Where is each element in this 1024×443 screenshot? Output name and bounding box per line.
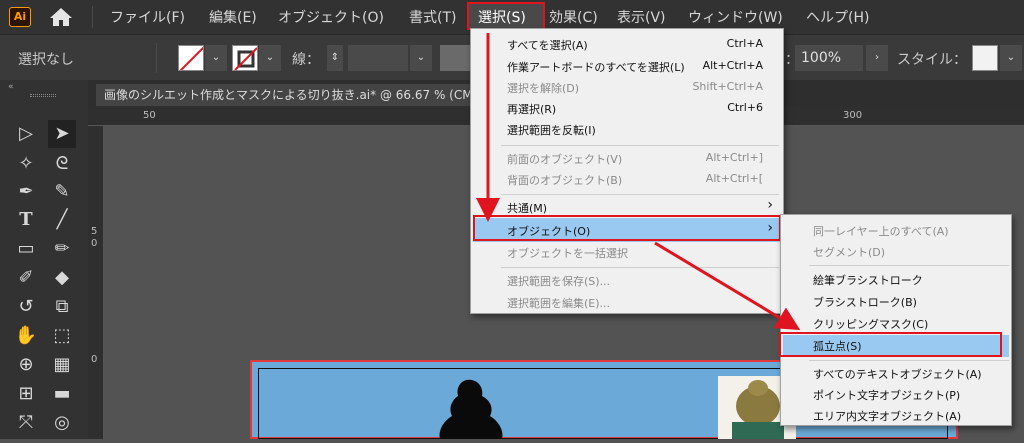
tools-panel: « ▷ ➤ ✧ ᘓ ✒ ✎ T ╱ ▭ ✏ ✐ ◆ ↺ ⧉ ✋ ⬚ ⊕ ▦ ⊞ … (0, 80, 88, 439)
menu-item-same[interactable]: 共通(M) (507, 200, 547, 216)
shape-builder-icon[interactable]: ⊕ (12, 351, 40, 379)
select-menu-dropdown: すべてを選択(A) Ctrl+A 作業アートボードのすべてを選択(L) Alt+… (470, 28, 784, 314)
fill-dropdown[interactable]: ⌄ (205, 45, 227, 71)
shortcut-select-artboard: Alt+Ctrl+A (702, 59, 763, 72)
blend-icon[interactable]: ◎ (48, 409, 76, 437)
free-transform-icon[interactable]: ⬚ (48, 322, 76, 350)
control-divider (156, 43, 157, 73)
menu-help[interactable]: ヘルプ(H) (806, 7, 869, 27)
menu-separator (809, 360, 1009, 361)
ruler-tick: 300 (843, 110, 863, 121)
rotate-icon[interactable]: ↺ (12, 293, 40, 321)
style-dropdown[interactable]: ⌄ (1000, 45, 1022, 71)
shortcut-deselect: Shift+Ctrl+A (692, 80, 763, 93)
ruler-tick: 5 (91, 226, 98, 237)
panel-grip[interactable] (30, 94, 56, 97)
silhouette-shape[interactable] (430, 376, 510, 439)
menu-edit[interactable]: 編集(E) (209, 7, 257, 27)
menu-item-next-above[interactable]: 前面のオブジェクト(V) (507, 151, 622, 167)
stroke-label: 線： (292, 52, 320, 68)
opacity-input[interactable]: 100% (795, 45, 863, 71)
submenu-item-all-text[interactable]: すべてのテキストオブジェクト(A) (813, 366, 982, 382)
pen-icon[interactable]: ✒ (12, 178, 40, 206)
type-icon[interactable]: T (12, 206, 40, 234)
menu-separator (501, 145, 779, 146)
menu-object[interactable]: オブジェクト(O) (278, 7, 384, 27)
submenu-item-area-type[interactable]: エリア内文字オブジェクト(A) (813, 408, 961, 424)
menu-item-select-all[interactable]: すべてを選択(A) (507, 37, 588, 53)
curvature-icon[interactable]: ✎ (48, 178, 76, 206)
menu-view[interactable]: 表示(V) (617, 7, 666, 27)
scale-icon[interactable]: ⧉ (48, 293, 76, 321)
rectangle-icon[interactable]: ▭ (12, 235, 40, 263)
stroke-none-icon (234, 47, 257, 70)
shortcut-next-below: Alt+Ctrl+[ (705, 172, 763, 185)
app-logo: Ai (9, 7, 31, 27)
submenu-arrow-icon: › (767, 197, 773, 213)
ruler-tick: 50 (143, 110, 156, 121)
menu-item-select-artboard[interactable]: 作業アートボードのすべてを選択(L) (507, 59, 685, 75)
lasso-icon[interactable]: ᘓ (48, 150, 76, 178)
fill-swatch[interactable] (178, 45, 204, 71)
document-tab[interactable]: 画像のシルエット作成とマスクによる切り抜き.ai* @ 66.67 % (CM (96, 84, 486, 106)
eraser-icon[interactable]: ◆ (48, 264, 76, 292)
style-swatch[interactable] (972, 45, 998, 71)
menu-item-edit-selection[interactable]: 選択範囲を編集(E)... (507, 295, 610, 311)
stroke-weight-stepper[interactable]: ⇕ (327, 45, 343, 71)
eyedropper-icon[interactable]: ⤧ (12, 409, 40, 437)
menu-item-global-edit[interactable]: オブジェクトを一括選択 (507, 245, 628, 261)
submenu-item-same-layer[interactable]: 同一レイヤー上のすべて(A) (813, 223, 949, 239)
home-icon[interactable] (48, 6, 74, 28)
puppet-warp-icon[interactable]: ✋ (12, 322, 40, 350)
stroke-weight-input[interactable] (348, 45, 408, 71)
submenu-item-bristle-brush[interactable]: 絵筆ブラシストローク (813, 272, 923, 288)
submenu-item-point-type[interactable]: ポイント文字オブジェクト(P) (813, 387, 960, 403)
menu-file[interactable]: ファイル(F) (110, 7, 185, 27)
shortcut-next-above: Alt+Ctrl+] (705, 151, 763, 164)
selection-tool-icon[interactable]: ▷ (12, 120, 40, 148)
submenu-item-segments[interactable]: セグメント(D) (813, 244, 885, 260)
menu-effect[interactable]: 効果(C) (549, 7, 598, 27)
stroke-weight-dropdown[interactable]: ⌄ (410, 45, 432, 71)
object-item-annotation (473, 215, 781, 241)
menu-divider (92, 6, 93, 28)
menu-item-deselect[interactable]: 選択を解除(D) (507, 80, 579, 96)
menu-item-reselect[interactable]: 再選択(R) (507, 101, 556, 117)
collapse-icon[interactable]: « (8, 82, 14, 92)
variable-width-profile[interactable] (440, 45, 470, 71)
menu-separator (501, 194, 779, 195)
stroke-swatch[interactable] (232, 45, 258, 71)
menu-item-inverse[interactable]: 選択範囲を反転(I) (507, 122, 596, 138)
line-icon[interactable]: ╱ (48, 206, 76, 234)
shortcut-reselect: Ctrl+6 (727, 101, 763, 114)
perspective-grid-icon[interactable]: ▦ (48, 351, 76, 379)
menu-item-next-below[interactable]: 背面のオブジェクト(B) (507, 172, 622, 188)
selection-status: 選択なし (18, 52, 74, 68)
submenu-item-clipping-mask[interactable]: クリッピングマスク(C) (813, 316, 928, 332)
ruler-tick: 0 (91, 354, 98, 365)
menu-window[interactable]: ウィンドウ(W) (688, 7, 783, 27)
menu-select-label[interactable]: 選択(S) (478, 7, 526, 27)
fill-none-icon (179, 46, 203, 70)
style-label: スタイル： (897, 52, 967, 68)
menu-separator (501, 267, 779, 268)
direct-selection-tool-icon[interactable]: ➤ (48, 120, 76, 148)
paintbrush-icon[interactable]: ✏ (48, 235, 76, 263)
object-submenu: 同一レイヤー上のすべて(A) セグメント(D) 絵筆ブラシストローク ブラシスト… (780, 214, 1012, 426)
vertical-ruler: 5 0 0 (88, 126, 104, 439)
stray-points-annotation (779, 332, 1002, 357)
magic-wand-icon[interactable]: ✧ (12, 150, 40, 178)
mesh-icon[interactable]: ⊞ (12, 380, 40, 408)
menu-item-save-selection[interactable]: 選択範囲を保存(S)... (507, 273, 610, 289)
submenu-item-brush-strokes[interactable]: ブラシストローク(B) (813, 294, 917, 310)
ruler-tick: 0 (91, 238, 98, 249)
gradient-icon[interactable]: ▬ (48, 380, 76, 408)
shortcut-select-all: Ctrl+A (726, 37, 763, 50)
menu-separator (809, 265, 1009, 266)
menu-type[interactable]: 書式(T) (409, 7, 456, 27)
opacity-arrow[interactable]: › (866, 45, 888, 71)
stroke-dropdown[interactable]: ⌄ (259, 45, 281, 71)
shaper-icon[interactable]: ✐ (12, 264, 40, 292)
